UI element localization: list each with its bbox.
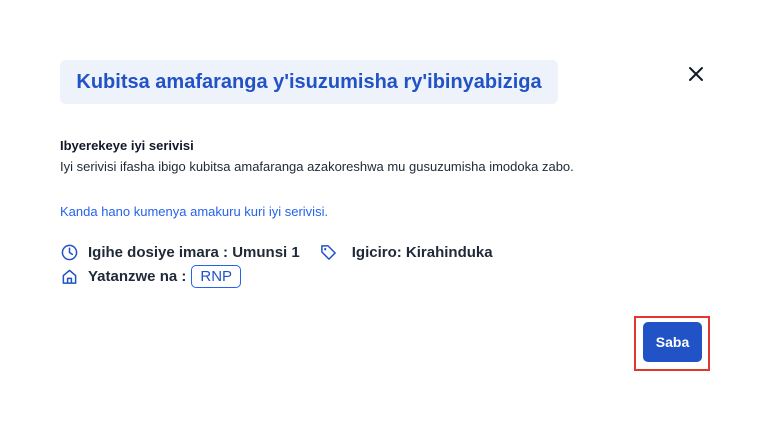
service-modal: Kubitsa amafaranga y'isuzumisha ry'ibiny… (0, 0, 763, 422)
info-row-provider: Yatanzwe na : RNP (60, 265, 242, 288)
home-icon (60, 268, 78, 286)
provider-label: Yatanzwe na : (88, 268, 187, 285)
info-row-duration-price: Igihe dosiye imara : Umunsi 1 Igiciro: K… (60, 243, 493, 261)
modal-title: Kubitsa amafaranga y'isuzumisha ry'ibiny… (76, 70, 542, 93)
close-icon (689, 67, 703, 81)
duration-text: Igihe dosiye imara : Umunsi 1 (88, 243, 300, 261)
more-info-link[interactable]: Kanda hano kumenya amakuru kuri iyi seri… (60, 204, 328, 219)
description-heading: Ibyerekeye iyi serivisi (60, 138, 194, 153)
provider-badge: RNP (191, 265, 242, 288)
description-text: Iyi serivisi ifasha ibigo kubitsa amafar… (60, 159, 574, 174)
title-box: Kubitsa amafaranga y'isuzumisha ry'ibiny… (60, 60, 558, 104)
close-button[interactable] (684, 62, 708, 86)
submit-button[interactable]: Saba (643, 322, 702, 362)
price-text: Igiciro: Kirahinduka (351, 243, 493, 261)
tag-icon (320, 243, 338, 261)
clock-icon (60, 243, 78, 261)
